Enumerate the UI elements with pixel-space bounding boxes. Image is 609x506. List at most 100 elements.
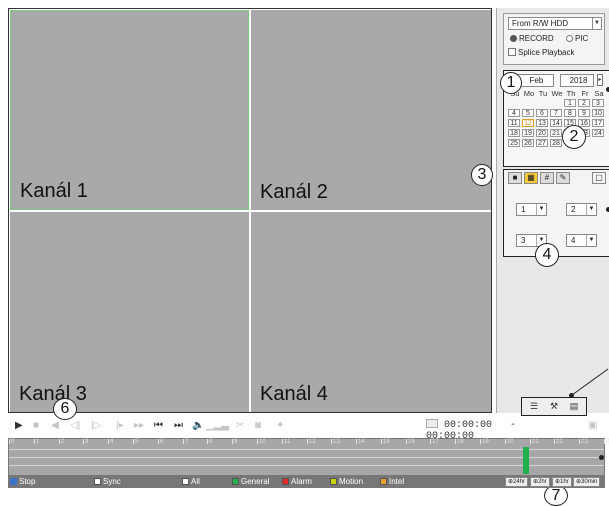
splice-playback-checkbox[interactable]: Splice Playback xyxy=(508,48,574,57)
calendar-day[interactable]: 26 xyxy=(522,139,534,147)
timeline-hour-label: 6 xyxy=(160,439,164,445)
timeline-tick xyxy=(530,439,531,444)
snapshot-icon[interactable]: ◙ xyxy=(255,420,261,432)
calendar-day[interactable]: 13 xyxy=(536,119,548,127)
zoom-2hr-button[interactable]: ⊕2hr xyxy=(530,477,550,487)
calendar-day[interactable]: 12 xyxy=(522,119,534,127)
record-radio[interactable]: RECORD xyxy=(510,34,554,43)
timeline-tick xyxy=(406,439,407,444)
calendar-day[interactable]: 21 xyxy=(550,129,562,137)
calendar-day[interactable]: 20 xyxy=(536,129,548,137)
tools-icon[interactable]: ⚒ xyxy=(548,401,560,412)
backup-icon[interactable]: ▤ xyxy=(568,401,580,412)
general-label: General xyxy=(241,477,270,486)
calendar-day[interactable]: 10 xyxy=(592,109,604,117)
zoom-1hr-button[interactable]: ⊕1hr xyxy=(552,477,572,487)
step-back-icon[interactable]: ◁| xyxy=(70,420,80,432)
reverse-play-icon[interactable]: ◀ xyxy=(51,420,59,432)
timeline-hour-label: 2 xyxy=(61,439,65,445)
layout-1-icon[interactable]: ■ xyxy=(508,172,522,184)
checkbox-icon xyxy=(94,478,101,485)
calendar-day[interactable]: 28 xyxy=(550,139,562,147)
video-pane-4[interactable]: Kanál 4 xyxy=(251,212,491,412)
calendar-day[interactable]: 24 xyxy=(592,129,604,137)
timeline-hour-label: 15 xyxy=(383,439,390,445)
volume-icon[interactable]: 🔈 xyxy=(192,420,204,432)
callout-4: 4 xyxy=(535,243,559,267)
calendar-day[interactable]: 11 xyxy=(508,119,520,127)
play-icon[interactable]: ▶ xyxy=(15,420,23,432)
intel-checkbox[interactable]: Intel xyxy=(380,477,404,487)
video-pane-2[interactable]: Kanál 2 xyxy=(251,10,491,210)
stop-icon[interactable]: ■ xyxy=(33,420,39,432)
channel-select-4[interactable]: 4 ▼ xyxy=(566,234,597,247)
year-select[interactable]: 2018 xyxy=(560,74,594,87)
year-spinner-icon[interactable]: ▸ xyxy=(597,74,603,86)
video-pane-3[interactable]: Kanál 3 xyxy=(10,212,249,412)
volume-slider-icon[interactable]: ▁▂▃ xyxy=(206,420,229,432)
channel-label: Kanál 4 xyxy=(260,383,328,405)
zoom-label: 1hr xyxy=(560,479,569,485)
calendar-week-row: 4 5 6 7 8 9 10 xyxy=(508,109,608,118)
pin-icon[interactable]: ✦ xyxy=(276,420,284,432)
edit-layout-icon[interactable]: ✎ xyxy=(556,172,570,184)
video-pane-1[interactable]: Kanál 1 xyxy=(10,10,249,210)
calendar-day[interactable]: 2 xyxy=(578,99,590,107)
calendar-day[interactable]: 1 xyxy=(564,99,576,107)
calendar-day[interactable]: 9 xyxy=(578,109,590,117)
clip-icon[interactable]: ✂ xyxy=(236,420,244,432)
zoom-30min-button[interactable]: ⊕30min xyxy=(573,477,601,487)
calendar-day[interactable]: 6 xyxy=(536,109,548,117)
time-start: 00:00:00 xyxy=(444,420,493,431)
month-value: Feb xyxy=(529,76,544,85)
calendar-day[interactable]: 7 xyxy=(550,109,562,117)
calendar-day[interactable]: 18 xyxy=(508,129,520,137)
layout-4-icon[interactable]: ▦ xyxy=(524,172,538,184)
weekday-label: Th xyxy=(566,89,576,98)
right-panel: From R/W HDD ▼ RECORD PIC Splice Playbac… xyxy=(496,8,609,416)
intel-swatch xyxy=(380,478,387,485)
fullscreen-icon[interactable]: ▢ xyxy=(592,172,606,184)
skip-back-icon[interactable]: ⏮ xyxy=(154,420,163,432)
stop-legend[interactable]: Stop xyxy=(10,477,35,487)
zoom-label: 30min xyxy=(581,479,598,485)
sync-checkbox[interactable]: Sync xyxy=(94,477,121,487)
layout-9-icon[interactable]: # xyxy=(540,172,554,184)
calendar-day[interactable]: 25 xyxy=(508,139,520,147)
skip-forward-icon[interactable]: ⏭ xyxy=(174,420,183,432)
search-list-icon[interactable]: ☰ xyxy=(528,401,540,412)
calendar-day[interactable]: 3 xyxy=(592,99,604,107)
motion-checkbox[interactable]: Motion xyxy=(330,477,363,487)
calendar-grid: Su Mo Tu We Th Fr Sa 1 2 3 4 5 6 7 8 9 10 11 12 13 14 15 16 17 1… xyxy=(508,89,608,148)
fast-forward-icon[interactable]: ▸▸ xyxy=(134,420,144,432)
step-forward-icon[interactable]: |▸ xyxy=(116,420,124,432)
general-checkbox[interactable]: General xyxy=(232,477,269,487)
pic-radio[interactable]: PIC xyxy=(566,34,588,43)
calendar-day[interactable]: 19 xyxy=(522,129,534,137)
calendar-day[interactable]: 4 xyxy=(508,109,520,117)
motion-label: Motion xyxy=(339,477,364,486)
source-select[interactable]: From R/W HDD ▼ xyxy=(508,17,602,30)
channel-select-value: 4 xyxy=(571,236,576,245)
timeline[interactable]: 0123456789101112131415161718192021222324 xyxy=(8,438,609,476)
timeline-tick xyxy=(232,439,233,444)
calendar-day[interactable]: 27 xyxy=(536,139,548,147)
calendar-day[interactable]: 5 xyxy=(522,109,534,117)
pause-icon[interactable]: |▷ xyxy=(91,420,101,432)
channel-select-value: 3 xyxy=(521,236,526,245)
all-checkbox[interactable]: All xyxy=(182,477,200,487)
alarm-checkbox[interactable]: Alarm xyxy=(282,477,312,487)
channel-select-1[interactable]: 1 ▼ xyxy=(516,203,547,216)
recording-segment[interactable] xyxy=(523,447,529,474)
calendar-day[interactable]: 8 xyxy=(564,109,576,117)
save-icon[interactable]: ▣ xyxy=(588,420,597,432)
channel-select-value: 2 xyxy=(571,205,576,214)
split-layout-panel: ■ ▦ # ✎ ▢ 1 ▼ 2 ▼ 3 ▼ 4 ▼ xyxy=(503,169,609,257)
tools-panel: ☰ ⚒ ▤ xyxy=(521,397,587,416)
calendar-day[interactable]: 14 xyxy=(550,119,562,127)
zoom-24hr-button[interactable]: ⊕24hr xyxy=(505,477,529,487)
source-select-value: From R/W HDD xyxy=(512,19,568,28)
calendar-day[interactable]: 17 xyxy=(592,119,604,127)
channel-select-2[interactable]: 2 ▼ xyxy=(566,203,597,216)
timeline-hour-label: 18 xyxy=(457,439,464,445)
